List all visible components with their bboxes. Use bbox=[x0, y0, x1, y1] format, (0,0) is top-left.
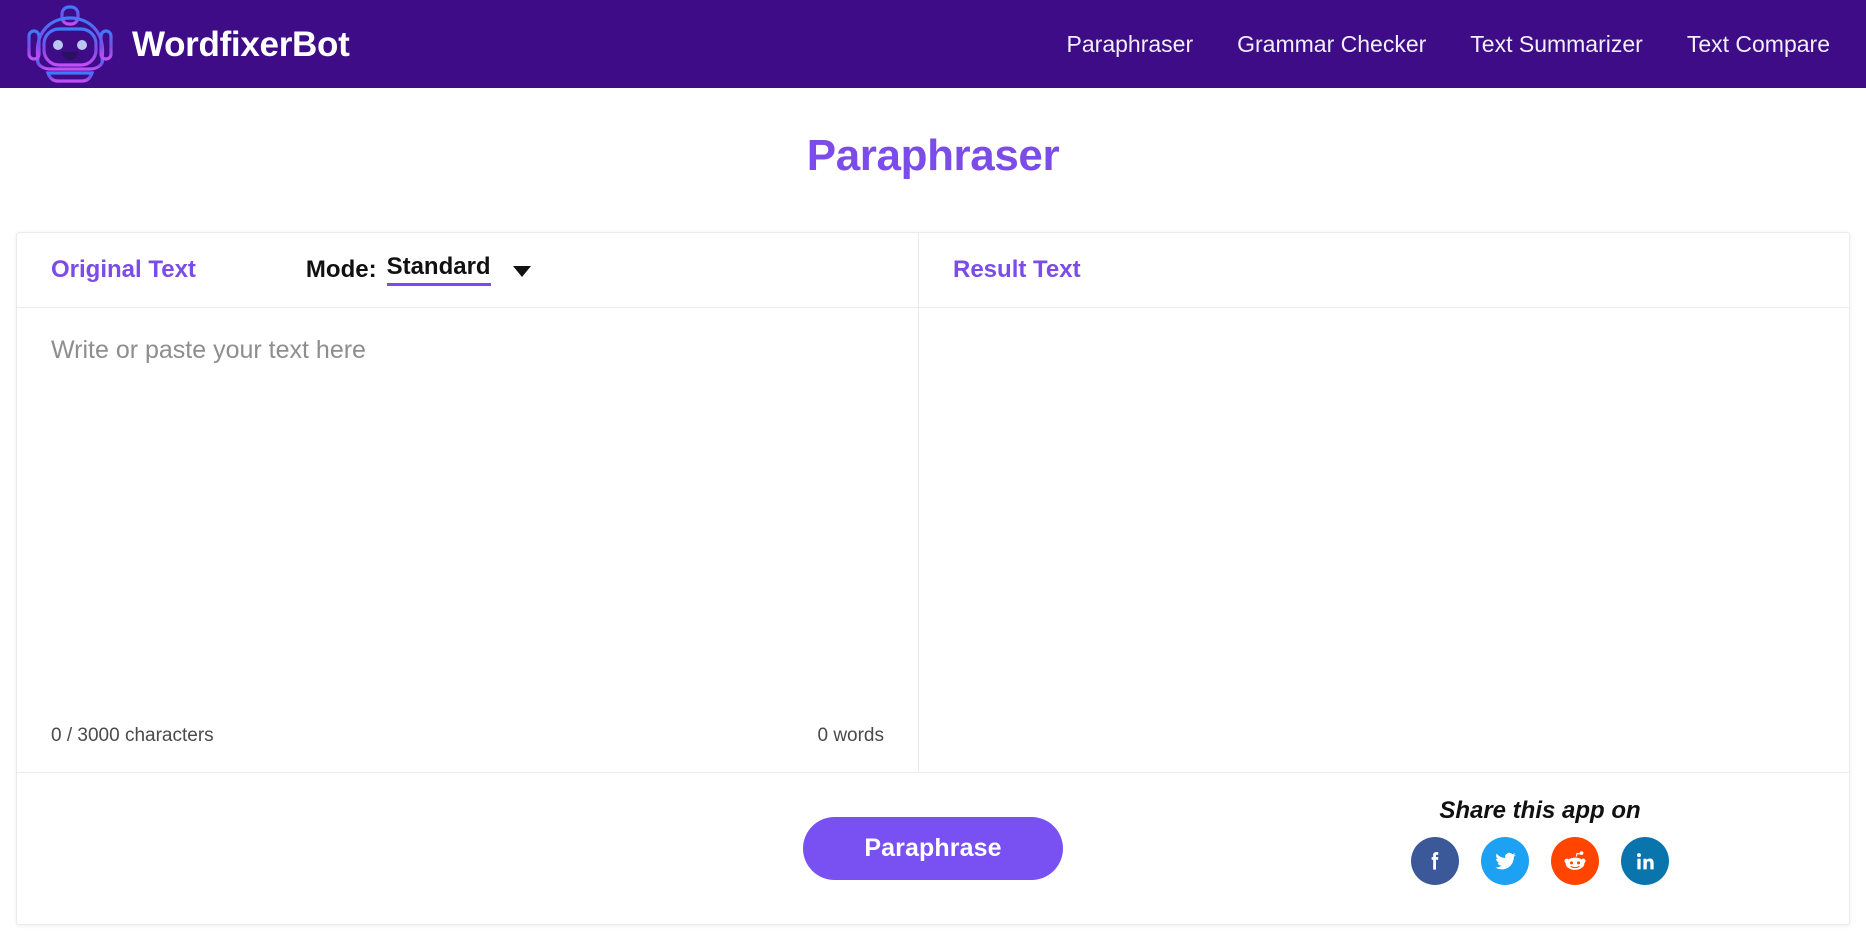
twitter-share-icon[interactable] bbox=[1481, 837, 1529, 885]
reddit-share-icon[interactable] bbox=[1551, 837, 1599, 885]
mode-label: Mode: bbox=[305, 256, 377, 283]
result-text-title: Result Text bbox=[953, 256, 1081, 283]
brand-name: WordfixerBot bbox=[132, 24, 350, 64]
paraphraser-card: Original Text Mode: Standard Write or pa… bbox=[16, 232, 1850, 925]
mode-group: Mode: Standard bbox=[305, 254, 531, 286]
editor-panes: Original Text Mode: Standard Write or pa… bbox=[17, 233, 1849, 773]
original-text-placeholder: Write or paste your text here bbox=[51, 336, 366, 364]
original-text-pane: Original Text Mode: Standard Write or pa… bbox=[17, 233, 919, 772]
paraphrase-button[interactable]: Paraphrase bbox=[803, 817, 1063, 880]
share-section: Share this app on bbox=[1411, 797, 1669, 885]
page-title: Paraphraser bbox=[806, 131, 1060, 180]
original-text-input-area[interactable]: Write or paste your text here bbox=[17, 308, 918, 700]
linkedin-share-icon[interactable] bbox=[1621, 837, 1669, 885]
result-pane-header: Result Text bbox=[919, 233, 1849, 308]
top-navigation-bar: WordfixerBot Paraphraser Grammar Checker… bbox=[0, 0, 1866, 88]
share-label: Share this app on bbox=[1439, 797, 1641, 824]
brand[interactable]: WordfixerBot bbox=[22, 4, 350, 84]
nav-link-text-summarizer[interactable]: Text Summarizer bbox=[1470, 31, 1643, 58]
original-pane-footer: 0 / 3000 characters 0 words bbox=[17, 700, 918, 772]
original-text-title: Original Text bbox=[51, 256, 196, 283]
action-strip: Paraphrase Share this app on bbox=[17, 773, 1849, 924]
main-nav: Paraphraser Grammar Checker Text Summari… bbox=[1067, 31, 1840, 58]
character-counter: 0 / 3000 characters bbox=[51, 725, 214, 746]
nav-link-text-compare[interactable]: Text Compare bbox=[1687, 31, 1830, 58]
robot-logo-icon bbox=[22, 4, 118, 84]
share-icon-list bbox=[1411, 837, 1669, 885]
mode-selected-value: Standard bbox=[386, 254, 491, 286]
word-counter: 0 words bbox=[817, 725, 884, 746]
facebook-share-icon[interactable] bbox=[1411, 837, 1459, 885]
nav-link-paraphraser[interactable]: Paraphraser bbox=[1067, 31, 1194, 58]
result-text-output-area[interactable] bbox=[919, 308, 1849, 772]
result-text-pane: Result Text bbox=[919, 233, 1849, 772]
nav-link-grammar-checker[interactable]: Grammar Checker bbox=[1237, 31, 1426, 58]
chevron-down-icon bbox=[512, 265, 531, 277]
mode-dropdown[interactable]: Standard bbox=[386, 254, 531, 286]
original-pane-header: Original Text Mode: Standard bbox=[17, 233, 918, 308]
